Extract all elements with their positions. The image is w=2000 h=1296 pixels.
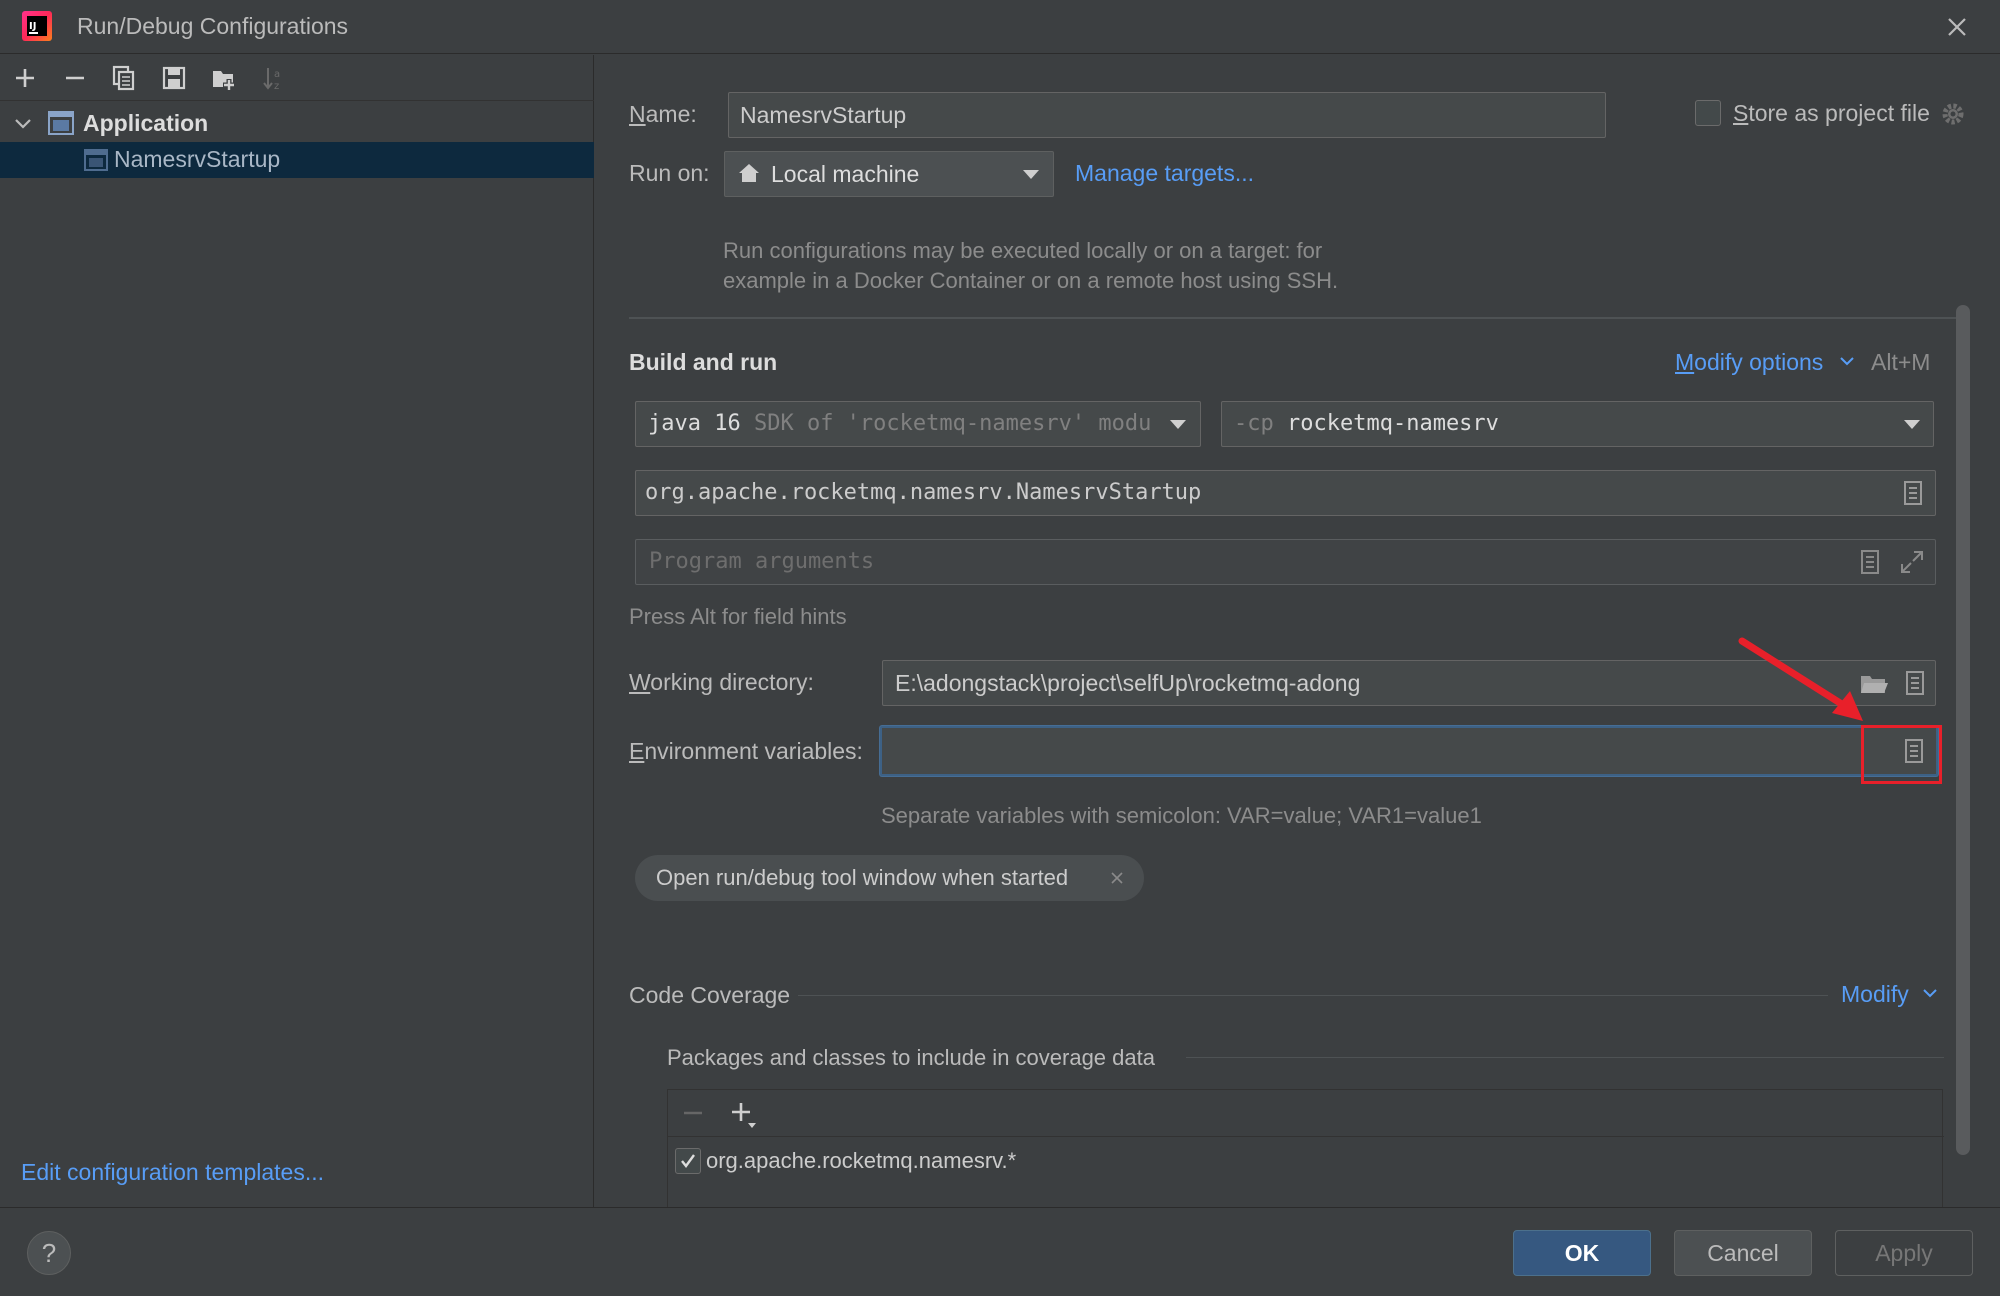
program-arguments-placeholder: Program arguments [649,549,875,574]
code-coverage-header: Code Coverage [629,982,791,1008]
vertical-scrollbar[interactable] [1956,305,1970,1155]
divider [629,317,1969,319]
working-directory-value: E:\adongstack\project\selfUp\rocketmq-ad… [895,670,1361,696]
modify-options-link[interactable]: Modify options [1675,349,1823,376]
add-icon[interactable] [10,63,40,93]
open-tool-window-tag[interactable]: Open run/debug tool window when started [635,855,1144,901]
chevron-down-icon [1923,989,1937,998]
coverage-item-checkbox[interactable] [675,1148,701,1174]
svg-text:IJ: IJ [29,21,36,32]
move-to-folder-icon[interactable] [209,63,239,93]
configuration-editor: Name: NamesrvStartup Store as project fi… [596,55,2000,1207]
tree-item-label: Application [83,110,209,136]
coverage-packages-list: org.apache.rocketmq.namesrv.* [667,1089,1944,1207]
tree-item-label: NamesrvStartup [114,146,281,172]
store-as-project-file-label: Store as project file [1733,100,1930,126]
environment-variables-hint: Separate variables with semicolon: VAR=v… [881,803,1482,828]
add-with-dropdown-icon[interactable] [729,1100,759,1130]
annotation-highlight-box [1861,725,1942,784]
chevron-down-icon [1170,420,1186,429]
document-icon[interactable] [1859,549,1881,575]
close-icon[interactable] [1940,10,1974,44]
edit-configuration-templates-link[interactable]: Edit configuration templates... [21,1159,324,1186]
run-on-hint-line-2: example in a Docker Container or on a re… [723,268,1339,293]
jdk-select[interactable]: java 16 SDK of 'rocketmq-namesrv' modu [635,401,1201,447]
remove-icon [684,1111,702,1115]
divider [798,995,1828,996]
tree-item-namesrvstartup[interactable]: NamesrvStartup [0,142,594,178]
svg-text:a: a [274,69,280,80]
svg-text:z: z [274,81,279,92]
modify-coverage-link[interactable]: Modify [1841,981,1909,1008]
checkmark-icon [681,1154,695,1168]
ok-button[interactable]: OK [1513,1230,1651,1276]
main-class-input[interactable]: org.apache.rocketmq.namesrv.NamesrvStart… [635,470,1936,516]
main-class-value: org.apache.rocketmq.namesrv.NamesrvStart… [645,480,1202,505]
configuration-tree-panel: az Application NamesrvStartup Edit confi… [0,55,594,1207]
sort-icon: az [263,68,280,92]
window-title: Run/Debug Configurations [77,13,349,39]
title-bar: IJ Run/Debug Configurations [0,0,2000,54]
classpath-value: -cp rocketmq-namesrv [1234,411,1499,436]
jdk-value: java 16 SDK of 'rocketmq-namesrv' modu [648,411,1152,436]
field-hints-text: Press Alt for field hints [629,604,847,629]
annotation-arrow-icon [1738,637,1863,721]
environment-variables-input[interactable] [880,726,1938,776]
environment-variables-label: Environment variables: [629,738,863,764]
apply-button[interactable]: Apply [1835,1230,1973,1276]
cancel-button[interactable]: Cancel [1674,1230,1812,1276]
save-icon[interactable] [159,63,189,93]
gear-icon[interactable] [1940,101,1966,127]
close-icon[interactable] [1110,871,1124,885]
manage-targets-link[interactable]: Manage targets... [1075,160,1254,187]
browse-document-icon[interactable] [1902,480,1924,506]
expand-icon[interactable] [1899,549,1925,575]
packages-label: Packages and classes to include in cover… [667,1045,1155,1070]
document-icon[interactable] [1904,670,1926,696]
working-directory-label: Working directory: [629,669,814,695]
run-on-select[interactable]: Local machine [724,151,1054,197]
coverage-item-label: org.apache.rocketmq.namesrv.* [706,1148,1017,1173]
application-icon [48,111,74,135]
tag-label: Open run/debug tool window when started [656,865,1069,890]
chevron-down-icon [1023,170,1039,179]
run-on-hint-line-1: Run configurations may be executed local… [723,238,1323,263]
build-and-run-header: Build and run [629,349,778,375]
name-value: NamesrvStartup [740,102,907,128]
classpath-module-select[interactable]: -cp rocketmq-namesrv [1221,401,1934,447]
name-label: Name: [629,101,697,127]
copy-icon[interactable] [109,63,139,93]
home-icon [739,164,759,182]
chevron-down-icon [1840,357,1854,366]
chevron-down-icon [1904,420,1920,429]
run-on-label: Run on: [629,160,710,186]
chevron-down-icon[interactable] [12,113,34,135]
help-button[interactable]: ? [27,1231,71,1275]
tree-toolbar: az [0,55,594,101]
run-on-value: Local machine [771,161,920,187]
intellij-logo-icon: IJ [22,11,52,41]
store-as-project-file-checkbox[interactable] [1695,100,1721,126]
modify-options-shortcut: Alt+M [1871,349,1931,375]
name-input[interactable]: NamesrvStartup [728,92,1606,138]
program-arguments-input[interactable]: Program arguments [635,539,1936,585]
application-config-icon [84,149,108,171]
coverage-toolbar [668,1090,1944,1137]
tree-item-application[interactable]: Application [0,105,594,141]
remove-icon[interactable] [60,63,90,93]
dialog-button-bar: ? OK Cancel Apply [0,1207,2000,1296]
divider [1186,1057,1944,1058]
